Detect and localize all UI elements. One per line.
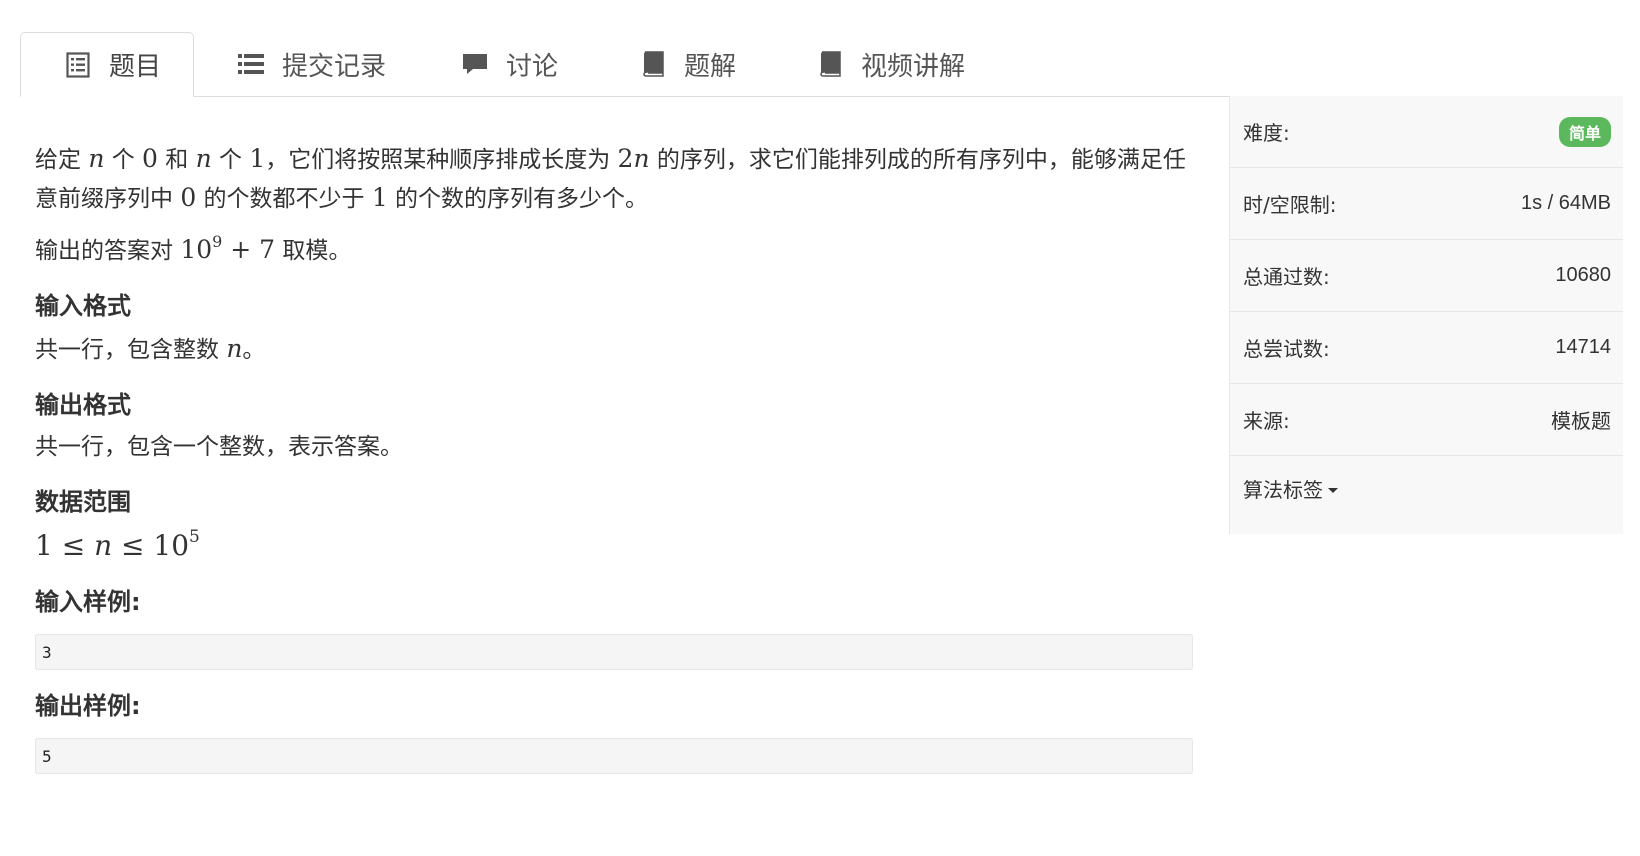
document-list-icon <box>65 51 91 78</box>
output-format-text: 共一行，包含一个整数，表示答案。 <box>35 434 403 460</box>
tab-problem-label: 题目 <box>109 52 162 82</box>
desc-text: 的个数的序列有多少个。 <box>387 186 649 212</box>
math-zero: 0 <box>180 183 197 212</box>
desc-text: 的个数都不少于 <box>196 186 372 212</box>
tab-solutions-label: 题解 <box>684 51 737 82</box>
list-icon <box>238 51 264 77</box>
tab-submissions-label: 提交记录 <box>282 51 387 82</box>
desc-text: 给定 <box>35 147 89 173</box>
difficulty-row: 难度: 简单 <box>1230 96 1623 168</box>
desc-text: 共一行，包含整数 <box>35 337 227 363</box>
math-n: n <box>226 334 243 363</box>
data-range-formula: 1 ≤ n ≤ 105 <box>35 527 200 563</box>
limit-value: 1s / 64MB <box>1520 192 1611 214</box>
source-value[interactable]: 模板题 <box>1551 405 1611 434</box>
difficulty-badge: 简单 <box>1558 116 1611 147</box>
comment-icon <box>462 51 488 77</box>
problem-description: 给定 n 个 0 和 n 个 1，它们将按照某种顺序排成长度为 2n 的序列，求… <box>35 140 1195 218</box>
caret-down-icon <box>1328 487 1338 493</box>
desc-text: ，它们将按照某种顺序排成长度为 <box>265 147 618 173</box>
problem-tabs: 题目 提交记录 讨论 题解 视频讲解 <box>20 32 1622 97</box>
math-2n: 2n <box>617 144 650 173</box>
math-n: n <box>88 144 105 173</box>
desc-text: 个 <box>211 147 250 173</box>
tab-problem[interactable]: 题目 <box>20 32 194 97</box>
tab-solutions[interactable]: 题解 <box>640 32 736 96</box>
tab-submissions[interactable]: 提交记录 <box>238 32 386 96</box>
desc-text: 。 <box>242 337 266 363</box>
sample-input-box[interactable]: 3 <box>35 634 1193 670</box>
book-icon <box>640 51 666 77</box>
source-label: 来源: <box>1243 409 1290 433</box>
input-format-text: 共一行，包含整数 n。 <box>35 330 1195 369</box>
tab-discussion[interactable]: 讨论 <box>462 32 558 96</box>
desc-text: 和 <box>157 147 196 173</box>
math-one: 1 <box>249 144 266 173</box>
tried-value: 14714 <box>1555 336 1611 358</box>
modulo-note: 输出的答案对 109 + 7 取模。 <box>35 231 1195 270</box>
data-range-heading: 数据范围 <box>35 488 131 516</box>
sample-output-box[interactable]: 5 <box>35 738 1193 774</box>
limit-row: 时/空限制: 1s / 64MB <box>1230 168 1623 240</box>
math-zero: 0 <box>142 144 158 173</box>
output-format-heading: 输出格式 <box>35 391 131 419</box>
source-row: 来源: 模板题 <box>1230 384 1623 456</box>
input-format-heading: 输入格式 <box>35 292 131 320</box>
math-modulus: 109 + 7 <box>180 232 276 265</box>
algorithm-tags-dropdown[interactable]: 算法标签 <box>1243 474 1338 503</box>
desc-text: 个 <box>104 147 143 173</box>
tab-video[interactable]: 视频讲解 <box>817 32 965 96</box>
difficulty-label: 难度: <box>1243 121 1290 145</box>
tab-video-label: 视频讲解 <box>861 51 966 82</box>
tried-row: 总尝试数: 14714 <box>1230 312 1623 384</box>
problem-info-sidebar: 难度: 简单 时/空限制: 1s / 64MB 总通过数: 10680 总尝试数… <box>1229 96 1623 534</box>
limit-label: 时/空限制: <box>1243 193 1337 217</box>
math-one: 1 <box>371 183 388 212</box>
problem-content: 给定 n 个 0 和 n 个 1，它们将按照某种顺序排成长度为 2n 的序列，求… <box>35 140 1195 792</box>
sample-output-heading: 输出样例: <box>35 692 141 720</box>
sample-input-heading: 输入样例: <box>35 588 141 616</box>
tab-discussion-label: 讨论 <box>506 51 559 82</box>
tried-label: 总尝试数: <box>1243 337 1330 361</box>
passed-row: 总通过数: 10680 <box>1230 240 1623 312</box>
desc-text: 取模。 <box>275 238 352 264</box>
desc-text: 输出的答案对 <box>35 238 181 264</box>
passed-value: 10680 <box>1555 264 1611 286</box>
book-icon <box>817 51 843 77</box>
passed-label: 总通过数: <box>1243 265 1330 289</box>
math-n: n <box>195 144 212 173</box>
algorithm-tags-label: 算法标签 <box>1243 478 1323 502</box>
